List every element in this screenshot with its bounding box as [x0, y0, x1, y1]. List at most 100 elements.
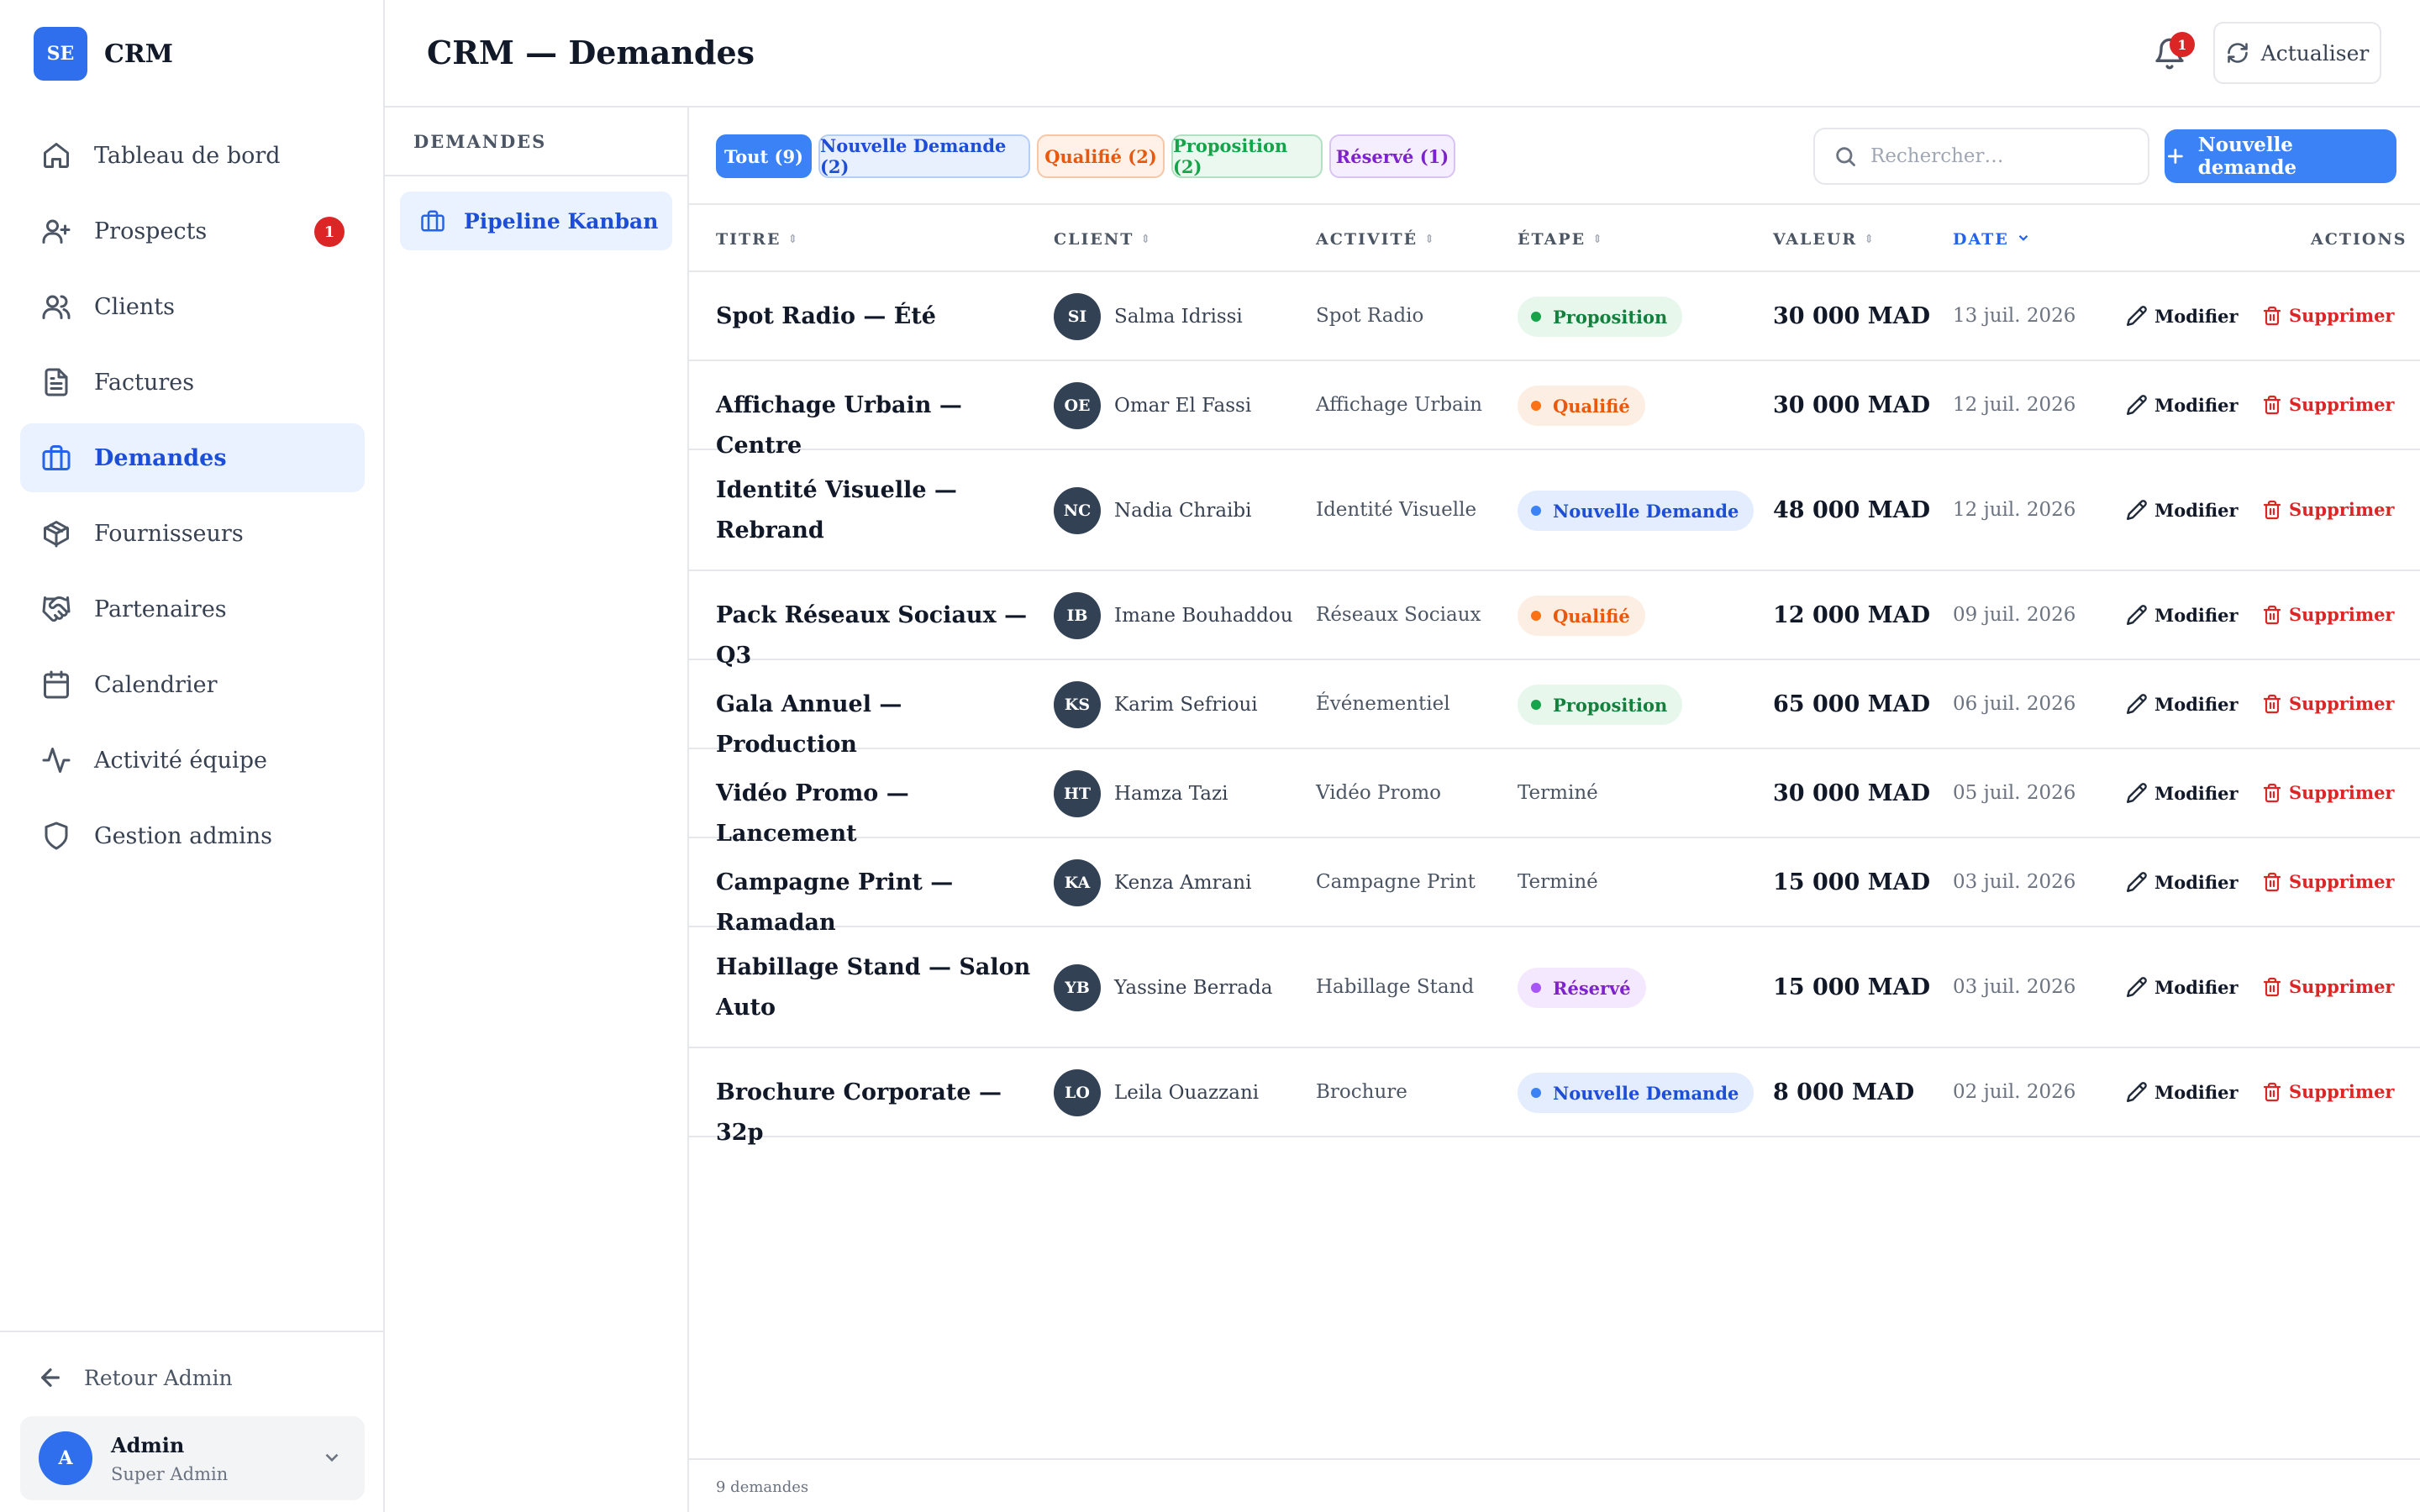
search-box: [1813, 128, 2149, 185]
table-row[interactable]: Campagne Print — Ramadan KA Kenza Amrani Ca…: [689, 838, 2420, 936]
delete-button[interactable]: Supprimer: [2262, 305, 2395, 326]
brand-name: CRM: [104, 39, 174, 69]
status-label: Proposition: [1553, 694, 1668, 716]
row-stage: Nouvelle Demande: [1518, 491, 1754, 531]
sidebar-item-label: Gestion admins: [94, 822, 272, 849]
delete-button[interactable]: Supprimer: [2262, 394, 2395, 415]
table-row[interactable]: Vidéo Promo — Lancement HT Hamza Tazi Vidéo…: [689, 749, 2420, 847]
delete-button[interactable]: Supprimer: [2262, 1081, 2395, 1102]
pencil-icon: [2126, 694, 2147, 715]
table-row[interactable]: Identité Visuelle — Rebrand NC Nadia Chrai…: [689, 450, 2420, 571]
delete-button[interactable]: Supprimer: [2262, 499, 2395, 520]
row-title: Brochure Corporate — 32p: [716, 1079, 1002, 1146]
filter-chip-all[interactable]: Tout (9): [716, 134, 812, 178]
table-row[interactable]: Pack Réseaux Sociaux — Q3 IB Imane Bouhadd…: [689, 571, 2420, 669]
table-row[interactable]: Brochure Corporate — 32p LO Leila Ouazzani…: [689, 1048, 2420, 1146]
edit-button[interactable]: Modifier: [2126, 499, 2238, 521]
row-client: YB Yassine Berrada: [1054, 964, 1272, 1011]
column-header-date[interactable]: DATE: [1953, 230, 2031, 249]
status-label: Réservé: [1553, 977, 1631, 999]
pipeline-kanban-link[interactable]: Pipeline Kanban: [400, 192, 672, 250]
main-content: Tout (9) Nouvelle Demande (2) Qualifié (…: [689, 108, 2420, 1512]
edit-button[interactable]: Modifier: [2126, 693, 2238, 715]
delete-label: Supprimer: [2289, 782, 2395, 803]
table-toolbar: Tout (9) Nouvelle Demande (2) Qualifié (…: [689, 108, 2420, 205]
column-label: TITRE: [716, 230, 781, 249]
row-client: HT Hamza Tazi: [1054, 770, 1228, 817]
pencil-icon: [2126, 395, 2147, 416]
edit-button[interactable]: Modifier: [2126, 976, 2238, 998]
package-icon: [40, 517, 72, 549]
sidebar-item-activite[interactable]: Activité équipe: [20, 726, 365, 795]
user-role: Super Admin: [111, 1463, 229, 1484]
sort-icon: ⇕: [1424, 233, 1434, 246]
delete-button[interactable]: Supprimer: [2262, 604, 2395, 625]
table-row[interactable]: Affichage Urbain — Centre OE Omar El Fassi…: [689, 361, 2420, 459]
file-text-icon: [40, 366, 72, 398]
prospects-count-badge: 1: [314, 217, 345, 247]
sort-icon: ⇕: [787, 233, 798, 246]
briefcase-icon: [421, 210, 445, 232]
sidebar-item-dashboard[interactable]: Tableau de bord: [20, 121, 365, 190]
row-client: KS Karim Sefrioui: [1054, 681, 1258, 728]
sidebar-item-prospects[interactable]: Prospects 1: [20, 197, 365, 265]
edit-button[interactable]: Modifier: [2126, 394, 2238, 416]
delete-button[interactable]: Supprimer: [2262, 693, 2395, 714]
sidebar-item-label: Fournisseurs: [94, 520, 244, 547]
row-activity: Identité Visuelle: [1316, 499, 1477, 521]
row-activity: Brochure: [1316, 1081, 1407, 1103]
filter-chip-reserve[interactable]: Réservé (1): [1329, 134, 1455, 178]
delete-label: Supprimer: [2289, 871, 2395, 892]
user-menu[interactable]: A Admin Super Admin: [20, 1416, 365, 1500]
arrow-left-icon: [41, 1368, 60, 1387]
sidebar-item-factures[interactable]: Factures: [20, 348, 365, 417]
sidebar-item-partenaires[interactable]: Partenaires: [20, 575, 365, 643]
refresh-button[interactable]: Actualiser: [2213, 22, 2381, 84]
delete-button[interactable]: Supprimer: [2262, 782, 2395, 803]
sidebar-item-admins[interactable]: Gestion admins: [20, 801, 365, 870]
filter-chip-proposition[interactable]: Proposition (2): [1171, 134, 1323, 178]
user-info: Admin Super Admin: [111, 1433, 228, 1484]
pencil-icon: [2126, 1082, 2147, 1103]
new-demande-button[interactable]: Nouvelle demande: [2165, 129, 2396, 183]
sidebar-item-label: Partenaires: [94, 596, 227, 622]
brand[interactable]: SE CRM: [34, 27, 173, 81]
sidebar-item-fournisseurs[interactable]: Fournisseurs: [20, 499, 365, 568]
stage-text: Terminé: [1518, 871, 1598, 893]
table-row[interactable]: Gala Annuel — Production KS Karim Sefrioui…: [689, 660, 2420, 758]
app-root: SE CRM Tableau de bord Prospects 1 Clien…: [0, 0, 2420, 1512]
notifications-button[interactable]: 1: [2153, 32, 2195, 74]
row-activity: Événementiel: [1316, 693, 1450, 715]
sidebar-item-label: Clients: [94, 293, 176, 320]
filter-chip-nouvelle-demande[interactable]: Nouvelle Demande (2): [818, 134, 1030, 178]
trash-icon: [2263, 395, 2281, 414]
edit-button[interactable]: Modifier: [2126, 1081, 2238, 1103]
sidebar-item-demandes[interactable]: Demandes: [20, 423, 365, 492]
calendar-icon: [40, 669, 72, 701]
delete-button[interactable]: Supprimer: [2262, 976, 2395, 997]
column-header-activite[interactable]: ACTIVITÉ ⇕: [1316, 230, 1434, 249]
column-header-titre[interactable]: TITRE ⇕: [716, 230, 797, 249]
edit-button[interactable]: Modifier: [2126, 604, 2238, 626]
table-row[interactable]: Habillage Stand — Salon Auto YB Yassine Be…: [689, 927, 2420, 1048]
column-header-client[interactable]: CLIENT ⇕: [1054, 230, 1150, 249]
column-header-etape[interactable]: ÉTAPE ⇕: [1518, 230, 1602, 249]
sidebar-item-calendrier[interactable]: Calendrier: [20, 650, 365, 719]
edit-button[interactable]: Modifier: [2126, 782, 2238, 804]
back-to-admin-link[interactable]: Retour Admin: [37, 1364, 233, 1391]
trash-icon: [2263, 977, 2281, 996]
edit-button[interactable]: Modifier: [2126, 871, 2238, 893]
table-row[interactable]: Spot Radio — Été SI Salma Idrissi Spot Radi…: [689, 272, 2420, 361]
row-client: NC Nadia Chraibi: [1054, 487, 1252, 534]
column-header-valeur[interactable]: VALEUR ⇕: [1773, 230, 1874, 249]
filter-chip-qualifie[interactable]: Qualifié (2): [1037, 134, 1165, 178]
delete-button[interactable]: Supprimer: [2262, 871, 2395, 892]
edit-label: Modifier: [2154, 604, 2238, 626]
trash-icon: [2263, 694, 2281, 713]
avatar: SI: [1054, 293, 1101, 340]
search-input[interactable]: [1870, 145, 2139, 167]
sidebar-item-clients[interactable]: Clients: [20, 272, 365, 341]
row-date: 03 juil. 2026: [1953, 976, 2076, 998]
edit-button[interactable]: Modifier: [2126, 305, 2238, 327]
row-value: 12 000 MAD: [1773, 602, 1930, 628]
